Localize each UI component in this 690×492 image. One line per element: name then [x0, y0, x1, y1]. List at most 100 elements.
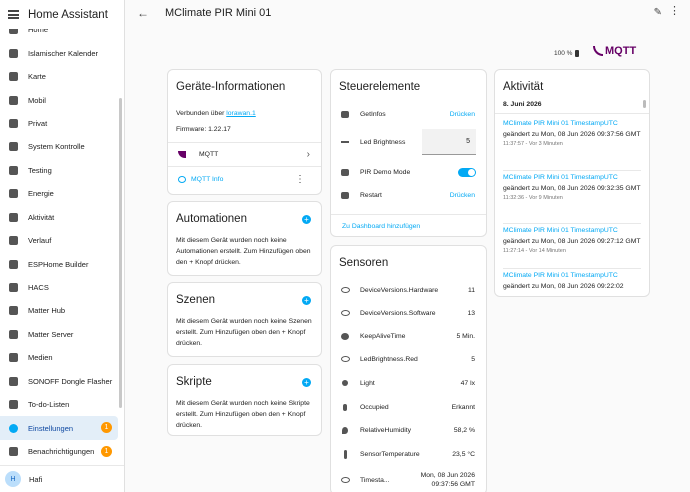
sensor-row[interactable]: RelativeHumidity 58,2 %	[331, 420, 486, 440]
sidebar-item-label: Energie	[28, 189, 54, 199]
activity-entry: MClimate PIR Mini 01 TimestampUTC geände…	[503, 270, 641, 292]
sidebar-item-islamischer-kalender[interactable]: Islamischer Kalender	[0, 41, 118, 64]
add-scene-icon[interactable]: +	[302, 296, 311, 305]
battery-icon	[575, 50, 580, 57]
sensor-row[interactable]: Occupied Erkannt	[331, 397, 486, 417]
dashboard-icon	[8, 48, 19, 59]
eye-icon	[340, 285, 350, 295]
sidebar-item-aktivitaet[interactable]: Aktivität	[0, 206, 118, 229]
add-to-dashboard-button[interactable]: Zu Dashboard hinzufügen	[331, 216, 486, 236]
sidebar-item-esphome-builder[interactable]: ESPHome Builder	[0, 252, 118, 275]
activity-entry-text: geändert zu Mon, 08 Jun 2026 09:22:02	[503, 283, 624, 290]
sidebar-item-privat[interactable]: Privat	[0, 112, 118, 135]
mqtt-logo-text: MQTT	[605, 45, 637, 57]
sensor-label: Occupied	[360, 403, 389, 411]
sensor-label: RelativeHumidity	[360, 426, 411, 434]
control-label: GetInfos	[360, 110, 386, 118]
menu-icon[interactable]	[8, 10, 19, 19]
sidebar-item-todo-listen[interactable]: To-do-Listen	[0, 393, 118, 416]
pir-demo-mode-toggle[interactable]	[458, 167, 476, 177]
divider	[495, 113, 649, 114]
sidebar-header: Home Assistant	[0, 0, 124, 29]
sidebar-item-system-kontrolle[interactable]: System Kontrolle	[0, 135, 118, 158]
led-brightness-input[interactable]: 5	[422, 129, 476, 155]
map-icon	[8, 71, 19, 82]
sensor-row[interactable]: DeviceVersions.Software 13	[331, 303, 486, 323]
sidebar-item-label: Aktivität	[28, 212, 55, 222]
sidebar-item-einstellungen[interactable]: Einstellungen 1	[0, 416, 118, 440]
sensor-row[interactable]: Light 47 lx	[331, 373, 486, 393]
activity-entry-title[interactable]: MClimate PIR Mini 01 TimestampUTC	[503, 118, 641, 129]
sensor-row[interactable]: SensorTemperature 23,5 °C	[331, 444, 486, 464]
sidebar-item-label: ESPHome Builder	[28, 259, 89, 269]
sidebar-item-karte[interactable]: Karte	[0, 65, 118, 88]
lightning-icon	[8, 188, 19, 199]
activity-entry-title[interactable]: MClimate PIR Mini 01 TimestampUTC	[503, 270, 641, 281]
sensor-row[interactable]: LedBrightness.Red 5	[331, 349, 486, 369]
app-title: Home Assistant	[28, 8, 108, 21]
more-vert-icon[interactable]: ⋮	[669, 6, 680, 17]
lorawan-link[interactable]: lorawan.1	[226, 110, 255, 117]
pencil-icon[interactable]: ✎	[654, 7, 662, 18]
mqtt-info-button[interactable]: MQTT Info	[191, 176, 223, 183]
activity-entry: MClimate PIR Mini 01 TimestampUTC geände…	[503, 172, 641, 203]
add-automation-icon[interactable]: +	[302, 215, 311, 224]
bell-icon	[8, 446, 19, 457]
sidebar-item-energie[interactable]: Energie	[0, 182, 118, 205]
activity-scrollbar[interactable]	[643, 100, 646, 108]
card-title: Aktivität	[503, 81, 544, 93]
more-vert-icon[interactable]: ⋮	[295, 174, 305, 185]
sidebar-item-matter-server[interactable]: Matter Server	[0, 323, 118, 346]
card-title: Geräte-Informationen	[176, 81, 286, 93]
notification-badge: 1	[101, 445, 112, 457]
sidebar-item-sonoff-dongle-flasher[interactable]: SONOFF Dongle Flasher	[0, 370, 118, 393]
mqtt-integration-row[interactable]: MQTT ›	[168, 143, 321, 165]
sensor-row[interactable]: Timesta... Mon, 08 Jun 2026 09:37:56 GMT	[331, 468, 486, 492]
activity-entry-time: 11:32:36 - Vor 9 Minuten	[503, 195, 563, 201]
list-icon	[8, 212, 19, 223]
sensor-row[interactable]: KeepAliveTime 5 Min.	[331, 326, 486, 346]
control-label: Restart	[360, 191, 382, 199]
sidebar-scrollbar[interactable]	[119, 98, 122, 408]
phone-icon	[8, 95, 19, 106]
sidebar-item-label: Verlauf	[28, 236, 52, 246]
sensor-label: LedBrightness.Red	[360, 355, 418, 363]
sensor-label: Timesta...	[360, 476, 390, 484]
sidebar-item-label: Privat	[28, 118, 48, 128]
back-arrow-icon[interactable]: ←	[137, 7, 149, 19]
gear-icon	[8, 423, 19, 434]
sidebar-item-hacs[interactable]: HACS	[0, 276, 118, 299]
activity-entry: MClimate PIR Mini 01 TimestampUTC geände…	[503, 225, 641, 256]
mqtt-icon	[177, 149, 187, 159]
sensor-value: 11	[467, 286, 475, 294]
activity-entry-text: geändert zu Mon, 08 Jun 2026 09:32:35 GM…	[503, 185, 641, 192]
esphome-icon	[8, 259, 19, 270]
sidebar-item-mobil[interactable]: Mobil	[0, 88, 118, 111]
user-name: Hafi	[29, 474, 43, 484]
automations-card: Automationen + Mit diesem Gerät wurden n…	[167, 201, 322, 276]
sidebar-item-verlauf[interactable]: Verlauf	[0, 229, 118, 252]
mqtt-info-row: MQTT Info ⋮	[168, 169, 321, 189]
sidebar-item-medien[interactable]: Medien	[0, 346, 118, 369]
activity-entry-title[interactable]: MClimate PIR Mini 01 TimestampUTC	[503, 172, 641, 183]
server-icon	[8, 329, 19, 340]
thermometer-icon	[340, 449, 350, 459]
restart-press-button[interactable]: Drücken	[450, 192, 475, 199]
sidebar-item-benachrichtigungen[interactable]: Benachrichtigungen 1	[0, 440, 118, 463]
sidebar-item-label: System Kontrolle	[28, 142, 85, 152]
connected-via: Verbunden über lorawan.1	[176, 108, 256, 119]
sidebar-item-testing[interactable]: Testing	[0, 159, 118, 182]
dashboard-icon	[8, 118, 19, 129]
sensor-value: 23,5 °C	[452, 450, 475, 458]
add-script-icon[interactable]: +	[302, 378, 311, 387]
sidebar-item-matter-hub[interactable]: Matter Hub	[0, 299, 118, 322]
activity-entry-title[interactable]: MClimate PIR Mini 01 TimestampUTC	[503, 225, 641, 236]
sensor-row[interactable]: DeviceVersions.Hardware 11	[331, 280, 486, 300]
card-title: Automationen	[176, 213, 247, 225]
hacs-icon	[8, 282, 19, 293]
sidebar-user[interactable]: H Hafi	[0, 465, 124, 492]
avatar: H	[5, 471, 21, 487]
getinfos-press-button[interactable]: Drücken	[450, 111, 475, 118]
sensor-label: DeviceVersions.Hardware	[360, 286, 439, 294]
connected-prefix: Verbunden über	[176, 110, 227, 117]
